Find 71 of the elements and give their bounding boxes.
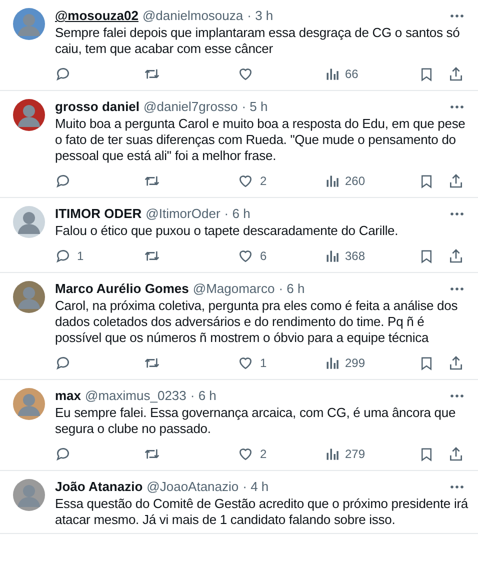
more-icon[interactable] — [450, 286, 464, 290]
replie-count: 1 — [77, 249, 84, 263]
share-icon[interactable] — [448, 355, 464, 371]
tweet-text: Essa questão do Comitê de Gestão acredito que o próximo presidente irá atacar mesmo. Já vi mais de 1 candidato falando sobre isso. — [55, 496, 470, 528]
user-handle[interactable]: @JoaoAtanazio — [146, 479, 239, 494]
bar-chart-icon[interactable] — [325, 249, 339, 263]
more-icon[interactable] — [450, 212, 464, 216]
user-name[interactable]: ITIMOR ODER — [55, 206, 142, 221]
avatar-icon[interactable] — [13, 479, 45, 511]
bar-chart-icon[interactable] — [325, 67, 339, 81]
bookmark-icon[interactable] — [419, 248, 434, 264]
heart-icon[interactable] — [237, 66, 254, 82]
heart-icon[interactable] — [237, 173, 254, 189]
like-count: 2 — [260, 174, 267, 188]
bar-chart-icon[interactable] — [325, 174, 339, 188]
bookmark-icon[interactable] — [419, 172, 434, 190]
share-icon[interactable] — [448, 173, 464, 189]
tweet-text: Falou o ético que puxou o tapete descaradamente do Carille. — [55, 223, 400, 239]
user-handle[interactable]: @Magomarco — [192, 281, 275, 296]
heart-icon[interactable] — [237, 248, 254, 264]
avatar-icon[interactable] — [13, 99, 45, 131]
user-name[interactable]: @mosouza02 — [55, 8, 138, 23]
view-count: 299 — [345, 356, 366, 370]
more-icon[interactable] — [450, 394, 464, 398]
avatar-icon[interactable] — [13, 388, 45, 420]
bar-chart-icon[interactable] — [325, 447, 339, 461]
user-handle[interactable]: @ItimorOder — [146, 206, 220, 221]
bookmark-icon[interactable] — [419, 66, 434, 82]
user-handle[interactable]: @danielmosouza — [142, 8, 244, 23]
like-count: 1 — [260, 356, 267, 370]
share-icon[interactable] — [448, 66, 464, 82]
tweet-text: Sempre falei depois que implantaram essa desgraça de CG o santos só caiu, tem que acabar com esse câncer — [55, 25, 461, 57]
view-count: 279 — [345, 447, 366, 461]
timestamp[interactable]: · 3 h — [247, 8, 274, 23]
timestamp[interactable]: · 6 h — [190, 388, 216, 403]
reply-icon[interactable] — [55, 173, 71, 189]
bar-chart-icon[interactable] — [325, 356, 339, 370]
avatar-icon[interactable] — [13, 8, 45, 40]
more-icon[interactable] — [450, 14, 464, 18]
share-icon[interactable] — [448, 248, 464, 264]
timestamp[interactable]: · 4 h — [242, 479, 269, 494]
reply-icon[interactable] — [55, 446, 71, 462]
view-count: 66 — [345, 67, 358, 81]
more-icon[interactable] — [450, 484, 464, 488]
tweet-text: Carol, na próxima coletiva, pergunta pra eles como é feita a análise dos dados coletados dos adversários e do rendimento do time. Pq ñ é possível que os números ñ mostrem o óbvio para a equipe técnica — [55, 298, 459, 346]
user-handle[interactable]: @maximus_0233 — [85, 388, 186, 403]
like-count: 6 — [260, 249, 267, 263]
user-handle[interactable]: @daniel7grosso — [144, 99, 238, 114]
reply-icon[interactable] — [55, 355, 71, 371]
user-name[interactable]: max — [55, 388, 82, 403]
like-count: 2 — [260, 447, 267, 461]
tweet-text: Eu sempre falei. Essa governança arcaica, com CG, é uma âncora que segura o clube no passado. — [55, 405, 457, 437]
more-icon[interactable] — [450, 104, 464, 108]
reply-icon[interactable] — [55, 248, 71, 264]
bookmark-icon[interactable] — [419, 354, 434, 372]
timestamp[interactable]: · 6 h — [278, 281, 305, 296]
heart-icon[interactable] — [237, 355, 254, 371]
user-name[interactable]: Marco Aurélio Gomes — [55, 281, 189, 296]
view-count: 368 — [345, 249, 366, 263]
tweet-text: Muito boa a pergunta Carol e muito boa a resposta do Edu, em que pese o fato de ter suas diferenças com Rueda. "Que mude o pensamento do pessoal que está ali" foi a melhor frase. — [55, 116, 466, 164]
share-icon[interactable] — [448, 446, 464, 462]
view-count: 260 — [345, 174, 366, 188]
heart-icon[interactable] — [237, 446, 254, 462]
user-name[interactable]: João Atanazio — [55, 479, 143, 494]
avatar-icon[interactable] — [13, 206, 45, 238]
avatar-icon[interactable] — [13, 281, 45, 313]
user-name[interactable]: grosso daniel — [55, 99, 140, 114]
reply-icon[interactable] — [55, 66, 71, 82]
timestamp[interactable]: · 6 h — [224, 206, 250, 221]
bookmark-icon[interactable] — [419, 446, 434, 462]
timestamp[interactable]: · 5 h — [242, 99, 268, 114]
